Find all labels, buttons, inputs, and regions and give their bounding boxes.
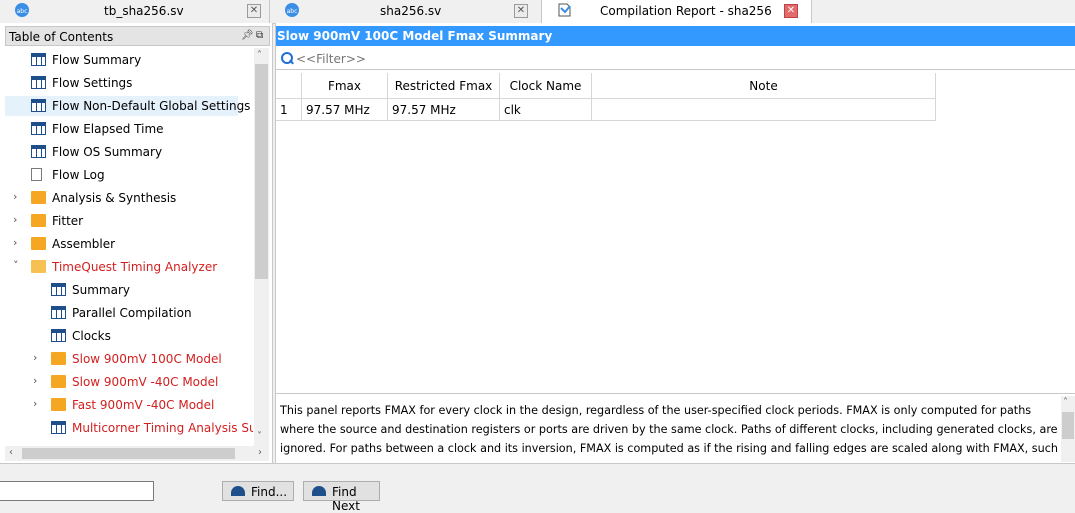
table-icon: [51, 421, 66, 434]
toc-item-label: Multicorner Timing Analysis Summary: [72, 421, 253, 435]
chevron-right-icon[interactable]: ›: [33, 374, 37, 387]
chevron-right-icon[interactable]: ›: [258, 447, 262, 458]
toc-item-label: Slow 900mV -40C Model: [72, 375, 219, 389]
report-icon: [558, 3, 571, 17]
abc-source-icon: abc: [285, 3, 299, 17]
chevron-up-icon[interactable]: ˄: [1063, 397, 1068, 408]
table-cell-restricted-fmax[interactable]: 97.57 MHz: [388, 99, 500, 121]
toc-item-label: Analysis & Synthesis: [52, 191, 177, 205]
toc-title: Table of Contents: [9, 30, 114, 44]
toc-item-label: Assembler: [52, 237, 116, 251]
toc-item-label: Summary: [72, 283, 130, 297]
filter-row: [276, 49, 1075, 70]
tab-tb-sha256[interactable]: abc tb_sha256.sv ✕: [0, 0, 270, 23]
binoculars-icon: [312, 486, 326, 496]
chevron-right-icon[interactable]: ›: [13, 213, 17, 226]
folder-icon: [51, 398, 66, 411]
document-tab-bar: abc tb_sha256.sv ✕ abc sha256.sv ✕ Compi…: [0, 0, 1075, 24]
chevron-right-icon[interactable]: ›: [13, 190, 17, 203]
chevron-left-icon[interactable]: ‹: [9, 447, 13, 458]
tab-compilation-report[interactable]: Compilation Report - sha256 ✕: [542, 0, 812, 24]
chevron-up-icon[interactable]: ˄: [257, 50, 262, 61]
svg-text:abc: abc: [287, 8, 298, 15]
table-cell-fmax[interactable]: 97.57 MHz: [302, 99, 388, 121]
find-button-label: Find...: [251, 485, 288, 499]
tab-label: sha256.sv: [380, 4, 442, 18]
table-cell-note[interactable]: [592, 99, 936, 121]
pin-icon[interactable]: 📌︎: [241, 30, 254, 41]
description-scroll-thumb[interactable]: [1062, 412, 1074, 439]
panel-splitter[interactable]: [276, 393, 1075, 394]
column-header-note[interactable]: Note: [592, 73, 936, 99]
panel-title-bar: Slow 900mV 100C Model Fmax Summary: [276, 26, 1075, 46]
table-icon: [31, 99, 46, 112]
chevron-right-icon[interactable]: ›: [33, 397, 37, 410]
column-header-fmax[interactable]: Fmax: [302, 73, 388, 99]
folder-icon: [31, 191, 46, 204]
log-icon: [31, 168, 42, 181]
toc-item-label: Slow 900mV 100C Model: [72, 352, 222, 366]
toc-item-label: TimeQuest Timing Analyzer: [52, 260, 218, 274]
svg-text:abc: abc: [17, 8, 28, 15]
description-text: This panel reports FMAX for every clock …: [280, 404, 1058, 462]
toc-item-label: Flow Non-Default Global Settings: [52, 99, 251, 113]
toc-item-label: Flow Settings: [52, 76, 133, 90]
table-icon: [51, 283, 66, 296]
toc-item-label: Flow Log: [52, 168, 105, 182]
folder-icon: [51, 352, 66, 365]
table-icon: [31, 122, 46, 135]
chevron-right-icon[interactable]: ›: [13, 236, 17, 249]
close-icon[interactable]: ✕: [247, 4, 261, 18]
column-header-clock-name[interactable]: Clock Name: [500, 73, 592, 99]
filter-input[interactable]: [296, 50, 1036, 67]
table-cell-clock-name[interactable]: clk: [500, 99, 592, 121]
column-header-index[interactable]: [276, 73, 302, 99]
fmax-table: Fmax Restricted Fmax Clock Name Note 1 9…: [276, 73, 936, 122]
toc-tree: Flow Summary Flow Settings Flow Non-Defaul…: [5, 48, 253, 446]
panel-title: Slow 900mV 100C Model Fmax Summary: [277, 29, 553, 43]
table-icon: [51, 329, 66, 342]
find-button[interactable]: Find...: [222, 481, 294, 501]
find-bar: Find... Find Next: [0, 463, 1075, 513]
find-next-button[interactable]: Find Next: [303, 481, 380, 513]
table-icon: [31, 145, 46, 158]
toc-scroll-thumb[interactable]: [255, 64, 268, 279]
toc-item-label: Fitter: [52, 214, 84, 228]
table-cell-index[interactable]: 1: [276, 99, 302, 121]
chevron-down-icon[interactable]: ˅: [13, 259, 19, 272]
close-icon[interactable]: ✕: [784, 4, 798, 18]
table-icon: [31, 76, 46, 89]
table-icon: [31, 53, 46, 66]
folder-icon: [31, 237, 46, 250]
description-pane: This panel reports FMAX for every clock …: [276, 396, 1061, 462]
chevron-down-icon[interactable]: ˅: [257, 431, 262, 442]
chevron-right-icon[interactable]: ›: [33, 351, 37, 364]
toc-hscroll-thumb[interactable]: [22, 448, 235, 459]
abc-source-icon: abc: [15, 3, 29, 17]
find-input[interactable]: [0, 481, 154, 501]
folder-icon: [51, 375, 66, 388]
column-header-restricted-fmax[interactable]: Restricted Fmax: [388, 73, 500, 99]
find-next-button-label: Find Next: [332, 485, 360, 513]
tab-label: tb_sha256.sv: [104, 4, 184, 18]
toc-item-label: Fast 900mV -40C Model: [72, 398, 215, 412]
toc-item-label: Parallel Compilation: [72, 306, 192, 320]
toc-item[interactable]: Flow Non-Default Global Settings: [5, 96, 250, 116]
close-icon[interactable]: ✕: [514, 4, 528, 18]
toc-item-label: Flow Elapsed Time: [52, 122, 164, 136]
toc-item-label: Clocks: [72, 329, 111, 343]
tab-sha256[interactable]: abc sha256.sv ✕: [270, 0, 542, 23]
folder-icon: [31, 214, 46, 227]
toc-header: Table of Contents 📌︎ ⧉: [5, 26, 270, 46]
table-icon: [51, 306, 66, 319]
toc-item-label: Flow OS Summary: [52, 145, 163, 159]
folder-open-icon: [31, 260, 46, 273]
tab-label: Compilation Report - sha256: [600, 4, 772, 18]
toc-item-label: Flow Summary: [52, 53, 142, 67]
search-icon-handle: [289, 59, 294, 65]
binoculars-icon: [231, 486, 245, 496]
float-window-icon[interactable]: ⧉: [256, 30, 267, 41]
